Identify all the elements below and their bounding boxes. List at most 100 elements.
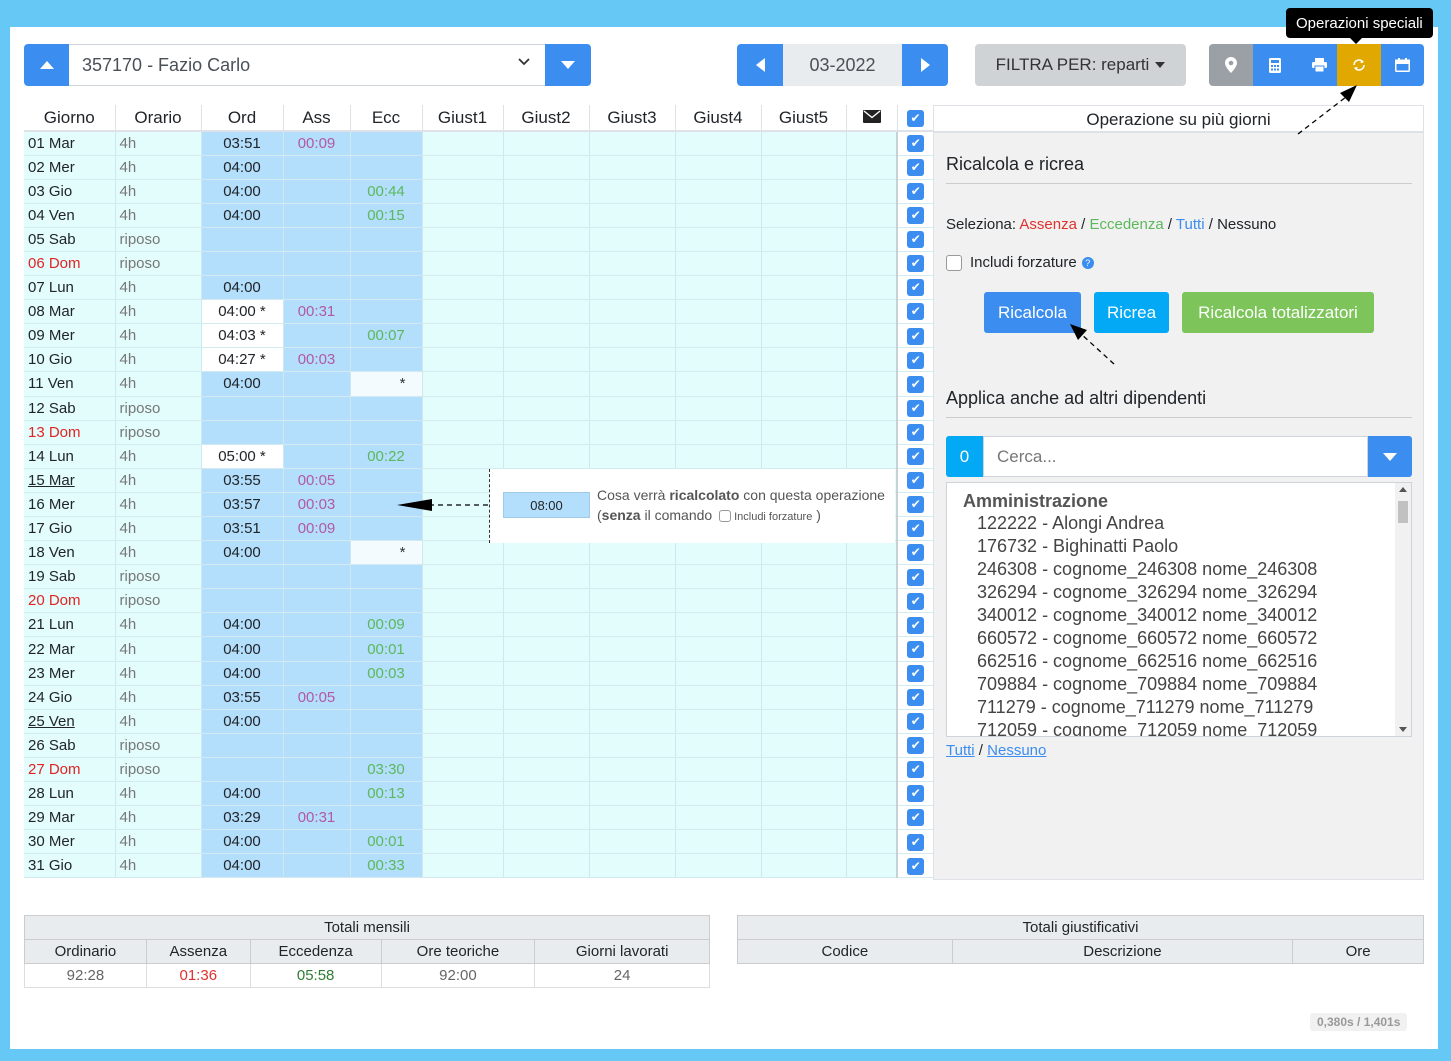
table-row[interactable]: 01 Mar 4h 03:51 00:09 ✔: [24, 131, 935, 156]
ord-cell[interactable]: [201, 420, 284, 445]
ricrea-button[interactable]: Ricrea: [1094, 292, 1169, 333]
row-checkbox[interactable]: ✔: [907, 303, 925, 321]
ord-cell[interactable]: 04:00: [201, 612, 284, 638]
ord-cell[interactable]: 04:00: [201, 540, 284, 566]
select-all-checkbox[interactable]: ✔: [907, 109, 924, 127]
ass-cell[interactable]: [283, 444, 351, 469]
day-cell[interactable]: 22 Mar: [24, 636, 116, 662]
orario-cell[interactable]: 4h: [115, 829, 202, 855]
ecc-cell[interactable]: *: [350, 540, 423, 566]
ricalcola-totalizzatori-button[interactable]: Ricalcola totalizzatori: [1182, 292, 1374, 333]
giust5-cell[interactable]: [761, 203, 847, 228]
include-forzature-checkbox[interactable]: [946, 254, 962, 271]
orario-cell[interactable]: riposo: [115, 227, 202, 252]
table-row[interactable]: 04 Ven 4h 04:00 00:15 ✔: [24, 203, 935, 228]
giust3-cell[interactable]: [589, 757, 676, 783]
giust5-cell[interactable]: [761, 661, 847, 686]
header-giust5[interactable]: Giust5: [761, 105, 847, 132]
giust5-cell[interactable]: [761, 685, 847, 710]
day-cell[interactable]: 01 Mar: [24, 131, 116, 156]
ass-cell[interactable]: 00:05: [283, 685, 351, 710]
giust5-cell[interactable]: [761, 396, 847, 421]
giust3-cell[interactable]: [589, 781, 676, 807]
giust2-cell[interactable]: [503, 685, 590, 710]
giust4-cell[interactable]: [675, 757, 762, 783]
giust3-cell[interactable]: [589, 588, 676, 614]
orario-cell[interactable]: 4h: [115, 492, 202, 518]
ecc-cell[interactable]: [350, 347, 423, 373]
ass-cell[interactable]: [283, 155, 351, 180]
ord-cell[interactable]: 03:29: [201, 805, 284, 831]
giust3-cell[interactable]: [589, 661, 676, 686]
giust3-cell[interactable]: [589, 805, 676, 831]
giust5-cell[interactable]: [761, 371, 847, 397]
giust5-cell[interactable]: [761, 829, 847, 855]
header-ass[interactable]: Ass: [283, 105, 351, 132]
header-mail[interactable]: [846, 105, 898, 132]
ord-cell[interactable]: 04:00: [201, 371, 284, 397]
row-checkbox[interactable]: ✔: [907, 544, 925, 562]
ecc-cell[interactable]: 00:01: [350, 636, 423, 662]
giust1-cell[interactable]: [422, 299, 504, 325]
giust4-cell[interactable]: [675, 853, 762, 879]
ass-cell[interactable]: 00:31: [283, 805, 351, 831]
day-cell[interactable]: 12 Sab: [24, 396, 116, 421]
ord-cell[interactable]: 04:00 *: [201, 299, 284, 325]
day-cell[interactable]: 08 Mar: [24, 299, 116, 325]
ecc-cell[interactable]: 00:01: [350, 829, 423, 855]
giust3-cell[interactable]: [589, 685, 676, 710]
giust5-cell[interactable]: [761, 444, 847, 469]
row-checkbox[interactable]: ✔: [907, 664, 925, 682]
table-row[interactable]: 21 Lun 4h 04:00 00:09 ✔: [24, 612, 935, 638]
prev-employee-button[interactable]: [24, 44, 69, 86]
scroll-down-icon[interactable]: [1399, 727, 1407, 732]
ass-cell[interactable]: 00:05: [283, 468, 351, 493]
header-giorno[interactable]: Giorno: [24, 105, 116, 132]
giust5-cell[interactable]: [761, 420, 847, 445]
ord-cell[interactable]: 03:51: [201, 516, 284, 542]
orario-cell[interactable]: riposo: [115, 396, 202, 421]
ass-cell[interactable]: 00:31: [283, 299, 351, 325]
ass-cell[interactable]: [283, 179, 351, 204]
giust1-cell[interactable]: [422, 636, 504, 662]
giust4-cell[interactable]: [675, 323, 762, 349]
giust2-cell[interactable]: [503, 371, 590, 397]
giust5-cell[interactable]: [761, 781, 847, 807]
ass-cell[interactable]: [283, 636, 351, 662]
row-checkbox[interactable]: ✔: [907, 520, 925, 538]
ass-cell[interactable]: [283, 781, 351, 807]
table-row[interactable]: 05 Sab riposo ✔: [24, 227, 935, 252]
ord-cell[interactable]: 04:00: [201, 781, 284, 807]
orario-cell[interactable]: 4h: [115, 299, 202, 325]
giust3-cell[interactable]: [589, 636, 676, 662]
giust1-cell[interactable]: [422, 323, 504, 349]
ecc-cell[interactable]: [350, 275, 423, 301]
orario-cell[interactable]: 4h: [115, 323, 202, 349]
ecc-cell[interactable]: 00:09: [350, 612, 423, 638]
table-row[interactable]: 10 Gio 4h 04:27 * 00:03 ✔: [24, 347, 935, 373]
giust5-cell[interactable]: [761, 588, 847, 614]
giust5-cell[interactable]: [761, 564, 847, 590]
giust3-cell[interactable]: [589, 396, 676, 421]
giust3-cell[interactable]: [589, 251, 676, 277]
orario-cell[interactable]: riposo: [115, 733, 202, 758]
giust2-cell[interactable]: [503, 564, 590, 590]
list-item[interactable]: 176732 - Bighinatti Paolo: [947, 535, 1411, 558]
giust3-cell[interactable]: [589, 371, 676, 397]
day-cell[interactable]: 14 Lun: [24, 444, 116, 469]
giust2-cell[interactable]: [503, 636, 590, 662]
table-row[interactable]: 25 Ven 4h 04:00 ✔: [24, 709, 935, 734]
row-checkbox[interactable]: ✔: [907, 568, 925, 586]
giust2-cell[interactable]: [503, 829, 590, 855]
day-cell[interactable]: 23 Mer: [24, 661, 116, 686]
giust3-cell[interactable]: [589, 853, 676, 879]
row-checkbox[interactable]: ✔: [907, 327, 925, 345]
giust5-cell[interactable]: [761, 805, 847, 831]
giust5-cell[interactable]: [761, 733, 847, 758]
list-item[interactable]: 122222 - Alongi Andrea: [947, 512, 1411, 535]
select-assenza-link[interactable]: Assenza: [1019, 216, 1077, 233]
day-cell[interactable]: 09 Mer: [24, 323, 116, 349]
list-select-all-link[interactable]: Tutti: [946, 742, 975, 759]
giust2-cell[interactable]: [503, 275, 590, 301]
orario-cell[interactable]: 4h: [115, 275, 202, 301]
